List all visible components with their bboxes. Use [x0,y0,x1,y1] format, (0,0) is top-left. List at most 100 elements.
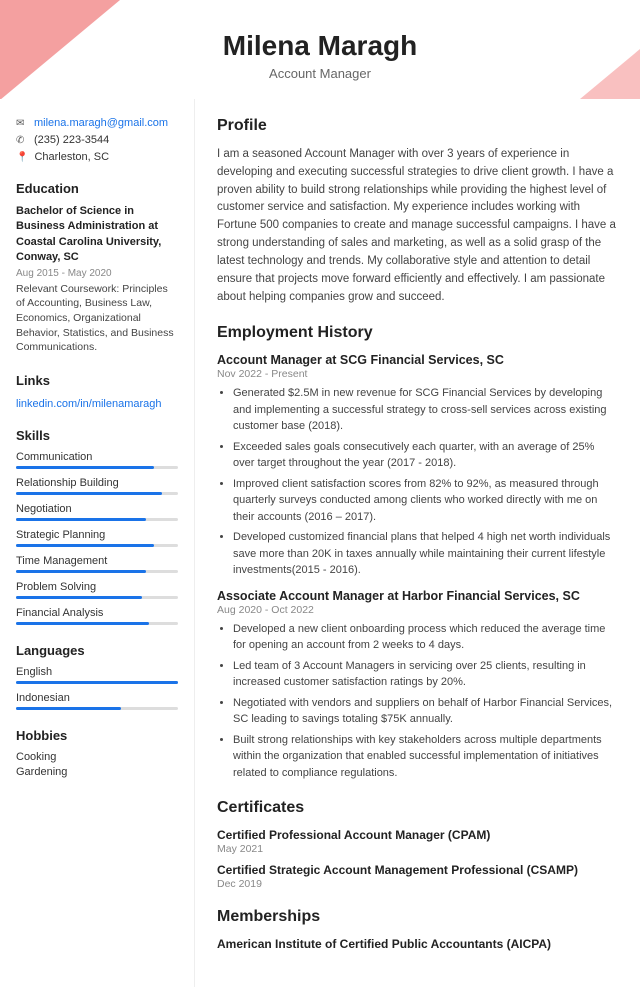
job-bullet: Led team of 3 Account Managers in servic… [233,658,618,691]
email-icon: ✉ [16,118,28,129]
cert-name: Certified Strategic Account Management P… [217,863,618,877]
memberships-list: American Institute of Certified Public A… [217,937,618,951]
education-coursework: Relevant Coursework: Principles of Accou… [16,282,178,355]
header: Milena Maragh Account Manager [0,0,640,99]
employment-section: Employment History Account Manager at SC… [217,324,618,781]
language-name: English [16,666,178,678]
job-bullet: Generated $2.5M in new revenue for SCG F… [233,385,618,435]
language-name: Indonesian [16,692,178,704]
job-title: Associate Account Manager at Harbor Fina… [217,589,618,603]
jobs-list: Account Manager at SCG Financial Service… [217,353,618,781]
job-bullet: Improved client satisfaction scores from… [233,476,618,526]
skill-bar-bg [16,492,178,495]
cert-date: May 2021 [217,843,618,855]
skill-item: Relationship Building [16,477,178,495]
languages-title: Languages [16,643,178,658]
skill-bar-bg [16,622,178,625]
skill-bar-fill [16,596,142,599]
language-item: Indonesian [16,692,178,710]
skill-bar-bg [16,544,178,547]
profile-section: Profile I am a seasoned Account Manager … [217,117,618,306]
links-section: Links linkedin.com/in/milenamaragh [16,373,178,410]
job-bullet: Developed a new client onboarding proces… [233,621,618,654]
skill-name: Time Management [16,555,178,567]
skill-bar-fill [16,622,149,625]
job-bullets: Generated $2.5M in new revenue for SCG F… [217,385,618,579]
hobby-item: Cooking [16,751,178,763]
job-bullets: Developed a new client onboarding proces… [217,621,618,782]
skill-name: Negotiation [16,503,178,515]
certificates-title: Certificates [217,799,618,820]
skill-name: Strategic Planning [16,529,178,541]
job-date: Aug 2020 - Oct 2022 [217,604,618,616]
cert-date: Dec 2019 [217,878,618,890]
certificates-section: Certificates Certified Professional Acco… [217,799,618,890]
education-title: Education [16,181,178,196]
memberships-title: Memberships [217,908,618,929]
languages-section: Languages English Indonesian [16,643,178,710]
membership-entry: American Institute of Certified Public A… [217,937,618,951]
email-item: ✉ milena.maragh@gmail.com [16,117,178,129]
membership-name: American Institute of Certified Public A… [217,937,618,951]
profile-title: Profile [217,117,618,138]
education-dates: Aug 2015 - May 2020 [16,268,178,279]
skill-item: Time Management [16,555,178,573]
hobbies-section: Hobbies Cooking Gardening [16,728,178,778]
skill-item: Financial Analysis [16,607,178,625]
email-link[interactable]: milena.maragh@gmail.com [34,117,168,129]
skill-name: Relationship Building [16,477,178,489]
certificate-entry: Certified Strategic Account Management P… [217,863,618,890]
employment-title: Employment History [217,324,618,345]
main-layout: ✉ milena.maragh@gmail.com ✆ (235) 223-35… [0,99,640,987]
phone-icon: ✆ [16,135,28,146]
phone-text: (235) 223-3544 [34,134,109,146]
linkedin-link[interactable]: linkedin.com/in/milenamaragh [16,398,162,410]
links-title: Links [16,373,178,388]
skill-name: Communication [16,451,178,463]
skill-item: Communication [16,451,178,469]
sidebar: ✉ milena.maragh@gmail.com ✆ (235) 223-35… [0,99,195,987]
job-entry: Associate Account Manager at Harbor Fina… [217,589,618,782]
skill-bar-bg [16,596,178,599]
skills-title: Skills [16,428,178,443]
hobbies-list: Cooking Gardening [16,751,178,778]
education-degree: Bachelor of Science in Business Administ… [16,204,178,266]
hobby-item: Gardening [16,766,178,778]
education-section: Education Bachelor of Science in Busines… [16,181,178,355]
skill-bar-fill [16,570,146,573]
skill-bar-fill [16,544,154,547]
language-bar-fill [16,707,121,710]
job-entry: Account Manager at SCG Financial Service… [217,353,618,579]
job-bullet: Built strong relationships with key stak… [233,732,618,782]
skill-bar-bg [16,518,178,521]
certificate-entry: Certified Professional Account Manager (… [217,828,618,855]
hobbies-title: Hobbies [16,728,178,743]
skill-item: Strategic Planning [16,529,178,547]
phone-item: ✆ (235) 223-3544 [16,134,178,146]
location-item: 📍 Charleston, SC [16,151,178,163]
skill-bar-fill [16,466,154,469]
job-date: Nov 2022 - Present [217,368,618,380]
language-item: English [16,666,178,684]
language-bar-bg [16,707,178,710]
language-bar-bg [16,681,178,684]
skill-name: Problem Solving [16,581,178,593]
skill-item: Negotiation [16,503,178,521]
skill-bar-fill [16,518,146,521]
skills-section: Skills Communication Relationship Buildi… [16,428,178,625]
skill-bar-bg [16,466,178,469]
job-title: Account Manager at SCG Financial Service… [217,353,618,367]
certs-list: Certified Professional Account Manager (… [217,828,618,890]
contact-section: ✉ milena.maragh@gmail.com ✆ (235) 223-35… [16,117,178,163]
main-content: Profile I am a seasoned Account Manager … [195,99,640,987]
candidate-title: Account Manager [20,66,620,81]
job-bullet: Exceeded sales goals consecutively each … [233,439,618,472]
language-bar-fill [16,681,178,684]
skills-list: Communication Relationship Building Nego… [16,451,178,625]
skill-bar-bg [16,570,178,573]
cert-name: Certified Professional Account Manager (… [217,828,618,842]
skill-item: Problem Solving [16,581,178,599]
skill-name: Financial Analysis [16,607,178,619]
job-bullet: Developed customized financial plans tha… [233,529,618,579]
profile-text: I am a seasoned Account Manager with ove… [217,146,618,306]
